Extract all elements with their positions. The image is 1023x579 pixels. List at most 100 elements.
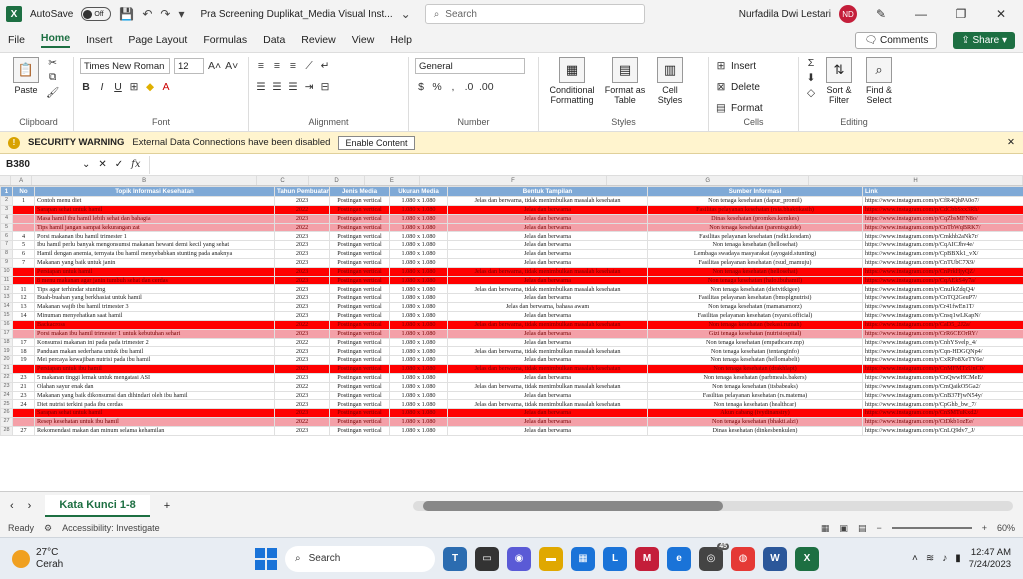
currency-icon[interactable]: $ — [415, 81, 427, 93]
cell-bentuk[interactable]: Jelas dan berwarna, tidak menimbulkan ma… — [447, 266, 648, 277]
cell-sumber[interactable]: Gizi tenaga kesehatan (nutrisiospital) — [647, 328, 863, 339]
cell-topik[interactable]: Resep kesehatan untuk ibu hamil — [34, 417, 275, 427]
header-no[interactable]: No — [12, 186, 35, 197]
cell-jenis-media[interactable]: Postingan vertical — [329, 372, 390, 383]
cell-sumber[interactable]: Non tenaga kesehatan (healthcar) — [647, 399, 863, 410]
cell-link[interactable]: https://www.instagram.com/p/CnSMTuKxd2/ — [862, 408, 1023, 419]
next-sheet-icon[interactable]: › — [28, 500, 32, 512]
cell-no[interactable] — [12, 213, 35, 224]
cell-topik[interactable]: Panduan makan sederhana untuk ibu hamil — [34, 346, 275, 357]
cell-sumber[interactable]: Non tenaga kesehatan (dietvitkigee) — [647, 284, 863, 295]
cell-no[interactable] — [12, 222, 35, 233]
cell-topik[interactable]: Sarapan sehat untuk hamil — [34, 408, 275, 419]
cell-topik[interactable]: Buah-buahan yang berkhasiat untuk hamil — [34, 293, 275, 304]
cell-bentuk[interactable]: Jelas dan berwarna, tidak menimbulkan ma… — [447, 381, 648, 392]
row-number[interactable]: 24 — [0, 390, 13, 401]
header-bentuk-tampilan[interactable]: Bentuk Tampilan — [447, 186, 648, 197]
cell-topik[interactable]: Sarapan sehat untuk hamil — [34, 204, 275, 215]
cell-ukuran[interactable]: 1.080 x 1.080 — [389, 231, 448, 242]
cell-bentuk[interactable]: Jelas dan berwarna, tidak menimbulkan ma… — [447, 346, 648, 357]
cell-sumber[interactable]: Non tenaga kesehatan (parentsguide) — [647, 222, 863, 233]
cell-ukuran[interactable]: 1.080 x 1.080 — [389, 328, 448, 339]
cell-sumber[interactable]: Non tenaga kesehatan (tentanginfo) — [647, 346, 863, 357]
cell-topik[interactable]: Makanan yang baik dikonsumsi dan dihinda… — [34, 390, 275, 401]
cell-bentuk[interactable]: Jelas dan berwarna — [447, 355, 648, 366]
cell-ukuran[interactable]: 1.080 x 1.080 — [389, 310, 448, 321]
number-format-select[interactable]: General — [415, 58, 525, 74]
cell-topik[interactable]: Mei percaya kewajiban nutrisi pada ibu h… — [34, 355, 275, 366]
conditional-formatting-button[interactable]: ▦ Conditional Formatting — [545, 57, 599, 105]
row-number[interactable]: 26 — [0, 408, 13, 419]
header-tahun[interactable]: Tahun Pembuatan — [274, 186, 330, 197]
cell-topik[interactable]: Minuman menyehatkan saat hamil — [34, 310, 275, 321]
cell-link[interactable]: https://www.instagram.com/p/CnLQ9dv7_J/ — [862, 425, 1023, 436]
format-button[interactable]: ▤ Format — [715, 99, 763, 117]
cell-sumber[interactable]: Non tenaga kesehatan (bhakti.alzi) — [647, 417, 863, 427]
cell-ukuran[interactable]: 1.080 x 1.080 — [389, 364, 448, 374]
row-number[interactable]: 6 — [0, 231, 13, 242]
row-number[interactable]: 5 — [0, 222, 13, 233]
cell-jenis-media[interactable]: Postingan vertical — [329, 249, 390, 259]
tab-insert[interactable]: Insert — [86, 34, 112, 46]
cell-tahun[interactable]: 2023 — [274, 302, 330, 312]
cell-ukuran[interactable]: 1.080 x 1.080 — [389, 390, 448, 401]
cell-link[interactable]: https://www.instagram.com/p/CnQwwHCMeE/ — [862, 372, 1023, 383]
cell-jenis-media[interactable]: Postingan vertical — [329, 293, 390, 304]
row-number[interactable]: 21 — [0, 364, 13, 374]
cell-no[interactable] — [12, 364, 35, 374]
borders-icon[interactable]: ⊞ — [128, 81, 140, 93]
cell-link[interactable]: https://www.instagram.com/p/CnB37FjwN54y… — [862, 390, 1023, 401]
cell-bentuk[interactable]: Jelas dan berwarna — [447, 408, 648, 419]
row-number[interactable]: 17 — [0, 328, 13, 339]
cell-link[interactable]: https://www.instagram.com/p/CfR4QhPA0o7/ — [862, 196, 1023, 206]
title-chevron-icon[interactable]: ⌄ — [401, 7, 411, 21]
cell-ukuran[interactable]: 1.080 x 1.080 — [389, 417, 448, 427]
cell-bentuk[interactable]: Jelas dan berwarna, tidak menimbulkan ma… — [447, 284, 648, 295]
format-painter-icon[interactable]: 🖌 — [46, 86, 59, 99]
cell-link[interactable]: https://www.instagram.com/p/CnMFMTzUnC0/ — [862, 364, 1023, 374]
row-number[interactable]: 10 — [0, 266, 13, 277]
font-color-icon[interactable]: A — [160, 81, 172, 93]
tab-file[interactable]: File — [8, 34, 25, 46]
paste-button[interactable]: 📋 Paste — [10, 57, 42, 95]
cell-sumber[interactable]: Non tenaga kesehatan (hellomabeli) — [647, 355, 863, 366]
cell-bentuk[interactable]: Jelas dan berwarna, tidak menimbulkan ma… — [447, 364, 648, 374]
cell-ukuran[interactable]: 1.080 x 1.080 — [389, 355, 448, 366]
align-right-icon[interactable]: ☰ — [287, 81, 299, 93]
avatar[interactable]: ND — [839, 5, 857, 23]
cancel-formula-icon[interactable]: ✕ — [98, 159, 106, 170]
cell-link[interactable]: https://www.instagram.com/p/CxRPo8XeTY6e… — [862, 355, 1023, 366]
cell-topik[interactable]: Porsi makan ibu hamil trimester 1 untuk … — [34, 328, 275, 339]
pen-icon[interactable]: ✎ — [865, 7, 897, 21]
cell-sumber[interactable]: Dinas kesehatan (dinkesbenkulen) — [647, 425, 863, 436]
underline-icon[interactable]: U — [112, 81, 124, 93]
cell-jenis-media[interactable]: Postingan vertical — [329, 425, 390, 436]
copy-icon[interactable]: ⧉ — [46, 71, 59, 84]
prev-sheet-icon[interactable]: ‹ — [10, 500, 14, 512]
row-number[interactable]: 4 — [0, 213, 13, 224]
cell-jenis-media[interactable]: Postingan vertical — [329, 222, 390, 233]
cut-icon[interactable]: ✂ — [46, 57, 59, 69]
cell-link[interactable]: https://www.instagram.com/p/CnTbWqBRK7/ — [862, 222, 1023, 233]
cell-jenis-media[interactable]: Postingan vertical — [329, 240, 390, 251]
cell-sumber[interactable]: Non tenaga kesehatan (hellosehat) — [647, 266, 863, 277]
autosum-icon[interactable]: Σ — [805, 57, 817, 69]
task-view-icon[interactable]: ▭ — [475, 546, 499, 571]
align-middle-icon[interactable]: ≡ — [271, 60, 283, 72]
cell-topik[interactable]: Diet nutrisi terkini pada ibu cerdas — [34, 399, 275, 410]
cell-no[interactable] — [12, 408, 35, 419]
cell-tahun[interactable]: 2023 — [274, 275, 330, 286]
decrease-font-icon[interactable]: A˅ — [225, 60, 238, 72]
tab-review[interactable]: Review — [301, 34, 335, 46]
cell-no[interactable] — [12, 328, 35, 339]
cell-link[interactable]: https://www.instagram.com/p/CnuJkZdqQ4/ — [862, 284, 1023, 295]
enable-content-button[interactable]: Enable Content — [338, 135, 415, 150]
cell-no[interactable]: 19 — [12, 355, 35, 366]
cell-tahun[interactable]: 2023 — [274, 399, 330, 410]
cell-link[interactable]: https://www.instagram.com/p/Cr41fwEn1T/ — [862, 302, 1023, 312]
col-letter-h[interactable]: H — [809, 176, 1023, 185]
cell-no[interactable]: 24 — [12, 399, 35, 410]
cell-no[interactable]: 4 — [12, 231, 35, 242]
cell-jenis-media[interactable]: Postingan vertical — [329, 266, 390, 277]
format-as-table-button[interactable]: ▤ Format as Table — [603, 57, 647, 105]
